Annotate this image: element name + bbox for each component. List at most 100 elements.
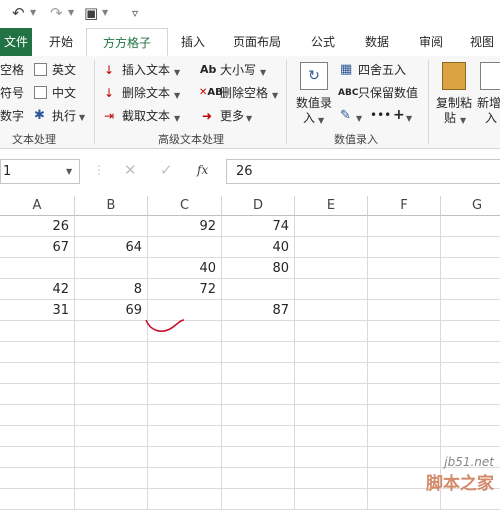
name-box-dropdown-icon[interactable]: ▼: [66, 167, 72, 176]
cell[interactable]: [295, 258, 368, 279]
cell[interactable]: [75, 405, 148, 426]
cell[interactable]: 40: [148, 258, 222, 279]
column-header-d[interactable]: D: [222, 196, 295, 216]
cell[interactable]: [148, 384, 222, 405]
redo-icon[interactable]: ↷: [50, 4, 63, 22]
cell[interactable]: [222, 342, 295, 363]
execute-dropdown-icon[interactable]: ▼: [79, 110, 85, 126]
briefcase-dropdown-icon[interactable]: ▼: [102, 8, 108, 17]
cell[interactable]: [222, 468, 295, 489]
cell[interactable]: [441, 216, 500, 237]
insert-text-button[interactable]: 插入文本: [122, 62, 170, 78]
cell[interactable]: [148, 342, 222, 363]
cell[interactable]: 80: [222, 258, 295, 279]
enter-icon[interactable]: ✓: [160, 161, 173, 179]
cell[interactable]: [0, 342, 75, 363]
cell[interactable]: [441, 384, 500, 405]
extract-text-button[interactable]: 截取文本: [122, 108, 170, 124]
cell[interactable]: [75, 216, 148, 237]
column-header-e[interactable]: E: [295, 196, 368, 216]
cell[interactable]: [222, 447, 295, 468]
tab-view[interactable]: 视图: [462, 28, 500, 56]
cell[interactable]: 31: [0, 300, 75, 321]
cell[interactable]: [75, 342, 148, 363]
cell[interactable]: [368, 426, 441, 447]
cell[interactable]: [368, 342, 441, 363]
cell[interactable]: [148, 426, 222, 447]
cell[interactable]: [0, 321, 75, 342]
cell[interactable]: [148, 447, 222, 468]
cell[interactable]: [368, 279, 441, 300]
cell[interactable]: [441, 258, 500, 279]
cell[interactable]: 72: [148, 279, 222, 300]
cell[interactable]: [295, 468, 368, 489]
cell[interactable]: [222, 384, 295, 405]
clipboard-icon[interactable]: [442, 62, 466, 90]
column-header-f[interactable]: F: [368, 196, 441, 216]
chinese-checkbox[interactable]: [34, 86, 47, 99]
cell[interactable]: [75, 363, 148, 384]
cell[interactable]: [75, 426, 148, 447]
tab-page-layout[interactable]: 页面布局: [224, 28, 290, 56]
column-header-a[interactable]: A: [0, 196, 75, 216]
new-entry-button-line2[interactable]: 入: [485, 110, 497, 126]
cell[interactable]: [222, 426, 295, 447]
delete-space-button[interactable]: 删除空格: [220, 85, 268, 101]
cell[interactable]: 42: [0, 279, 75, 300]
cell[interactable]: [295, 426, 368, 447]
copy-paste-button-line2[interactable]: 贴: [444, 110, 456, 126]
cell[interactable]: [295, 447, 368, 468]
cell[interactable]: [368, 384, 441, 405]
cell[interactable]: [222, 405, 295, 426]
more-button[interactable]: 更多: [220, 108, 244, 124]
cell[interactable]: [0, 447, 75, 468]
tab-data[interactable]: 数据: [354, 28, 400, 56]
case-button[interactable]: 大小写: [220, 62, 256, 78]
redo-dropdown-icon[interactable]: ▼: [68, 8, 74, 17]
cell[interactable]: [441, 342, 500, 363]
number-entry-button[interactable]: 数值录: [296, 95, 332, 111]
tab-formulas[interactable]: 公式: [300, 28, 346, 56]
tab-file[interactable]: 文件: [0, 28, 32, 56]
execute-icon[interactable]: ✱: [34, 108, 45, 124]
keep-number-button[interactable]: 只保留数值: [358, 85, 418, 101]
new-entry-button[interactable]: 新增: [477, 95, 500, 111]
cell[interactable]: 74: [222, 216, 295, 237]
ribbon-symbol-label[interactable]: 符号: [0, 85, 24, 101]
cell[interactable]: [148, 237, 222, 258]
tab-home[interactable]: 开始: [38, 28, 84, 56]
edit-icon[interactable]: ✎: [340, 108, 351, 124]
cell[interactable]: [148, 405, 222, 426]
cell[interactable]: [75, 321, 148, 342]
cell[interactable]: [75, 384, 148, 405]
cell[interactable]: [295, 321, 368, 342]
ribbon-space-label[interactable]: 空格: [0, 62, 24, 78]
delete-text-button[interactable]: 删除文本: [122, 85, 170, 101]
column-header-c[interactable]: C: [148, 196, 222, 216]
ribbon-chinese-label[interactable]: 中文: [52, 85, 76, 101]
copy-paste-button[interactable]: 复制粘: [436, 95, 472, 111]
english-checkbox[interactable]: [34, 63, 47, 76]
cell[interactable]: [0, 258, 75, 279]
cell[interactable]: [295, 384, 368, 405]
cell[interactable]: [0, 405, 75, 426]
tab-review[interactable]: 审阅: [408, 28, 454, 56]
cell[interactable]: [295, 342, 368, 363]
cell[interactable]: 8: [75, 279, 148, 300]
cell[interactable]: [368, 237, 441, 258]
more-options-icon[interactable]: ⋮: [93, 163, 105, 177]
cell[interactable]: [0, 363, 75, 384]
cell[interactable]: [0, 426, 75, 447]
cell[interactable]: 69: [75, 300, 148, 321]
cell[interactable]: [148, 468, 222, 489]
cell[interactable]: [75, 468, 148, 489]
execute-button[interactable]: 执行: [52, 108, 76, 124]
cell[interactable]: [368, 321, 441, 342]
cell[interactable]: [295, 363, 368, 384]
cell[interactable]: [295, 237, 368, 258]
formula-input[interactable]: 26: [226, 159, 500, 184]
cell[interactable]: [368, 300, 441, 321]
cell[interactable]: [441, 279, 500, 300]
cell[interactable]: 40: [222, 237, 295, 258]
cell[interactable]: [148, 363, 222, 384]
